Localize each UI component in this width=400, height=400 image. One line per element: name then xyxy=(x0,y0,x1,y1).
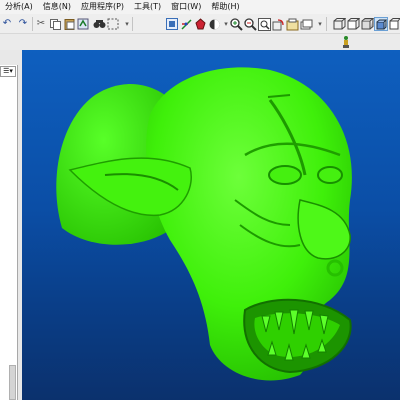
model-tree-settings-button[interactable]: ☰▾ xyxy=(0,66,16,77)
main-toolbar: ↶ ↷ ✂ ▾ ▾ ▾ xyxy=(0,14,400,34)
paste-icon[interactable] xyxy=(62,17,76,31)
toolbar-separator xyxy=(132,17,133,31)
repaint-icon[interactable] xyxy=(165,17,179,31)
saved-views-icon[interactable] xyxy=(285,17,299,31)
menu-analysis[interactable]: 分析(A) xyxy=(0,0,38,14)
zoom-in-icon[interactable] xyxy=(229,17,243,31)
spin-center-icon[interactable] xyxy=(179,17,193,31)
menu-tools[interactable]: 工具(T) xyxy=(129,0,166,14)
shaded-display-icon[interactable] xyxy=(374,17,388,31)
zoom-out-icon[interactable] xyxy=(243,17,257,31)
no-hidden-icon[interactable] xyxy=(360,17,374,31)
select-box-icon[interactable] xyxy=(106,17,120,31)
undo-icon[interactable]: ↶ xyxy=(0,17,14,31)
model-tree-scrollbar[interactable] xyxy=(9,365,16,400)
secondary-toolbar xyxy=(0,34,400,50)
layers-icon[interactable] xyxy=(299,17,313,31)
hidden-line-icon[interactable] xyxy=(346,17,360,31)
menu-help[interactable]: 帮助(H) xyxy=(206,0,244,14)
orient-icon[interactable] xyxy=(193,17,207,31)
cut-icon[interactable]: ✂ xyxy=(34,17,48,31)
menu-info[interactable]: 信息(N) xyxy=(38,0,76,14)
find-icon[interactable] xyxy=(92,17,106,31)
reorient-icon[interactable] xyxy=(271,17,285,31)
copy-icon[interactable] xyxy=(48,17,62,31)
datum-display-icon[interactable] xyxy=(339,35,353,49)
wireframe-icon[interactable] xyxy=(332,17,346,31)
creature-head-model xyxy=(56,67,352,381)
toolbar-separator xyxy=(32,17,33,31)
menu-window[interactable]: 窗口(W) xyxy=(166,0,206,14)
refit-icon[interactable] xyxy=(257,17,271,31)
model-tree-panel: ☰▾ xyxy=(0,50,22,400)
chevron-down-icon[interactable]: ▾ xyxy=(313,17,327,31)
menu-applications[interactable]: 应用程序(P) xyxy=(76,0,129,14)
graphics-viewport[interactable] xyxy=(22,50,400,400)
enhanced-display-icon[interactable] xyxy=(388,17,400,31)
model-tree-area[interactable] xyxy=(0,65,18,400)
toolbar-separator xyxy=(326,17,327,31)
menu-bar: 分析(A) 信息(N) 应用程序(P) 工具(T) 窗口(W) 帮助(H) xyxy=(0,0,400,14)
regenerate-icon[interactable] xyxy=(76,17,90,31)
redo-icon[interactable]: ↷ xyxy=(16,17,30,31)
